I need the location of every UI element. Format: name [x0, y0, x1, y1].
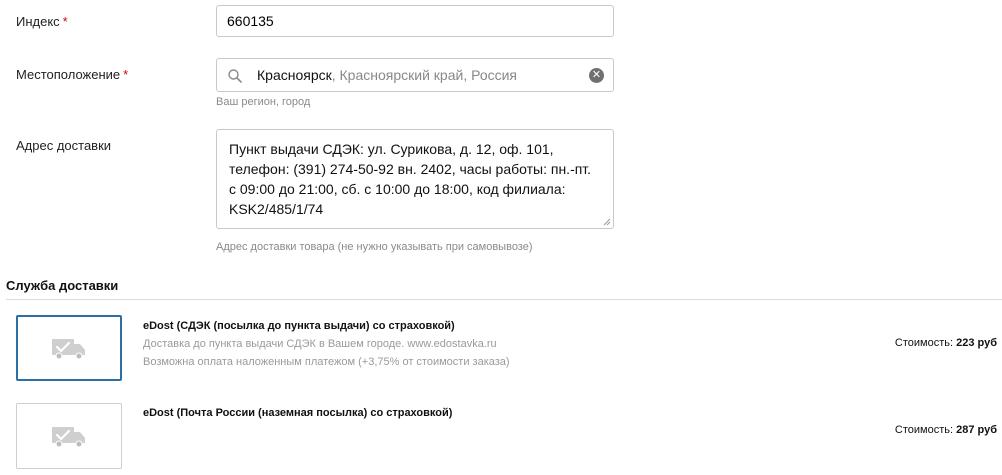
price-value: 223 руб: [956, 337, 997, 349]
address-label: Адрес доставки: [16, 138, 112, 153]
service-title: eDost (Почта России (наземная посылка) с…: [143, 407, 453, 419]
required-mark: *: [123, 67, 129, 82]
location-hint: Ваш регион, город: [216, 96, 311, 108]
clear-icon[interactable]: ✕: [589, 68, 604, 83]
service-description: Доставка до пункта выдачи СДЭК в Вашем г…: [143, 338, 497, 350]
location-city: Красноярск: [257, 67, 332, 83]
service-payment-note: Возможна оплата наложенным платежом (+3,…: [143, 356, 510, 368]
section-title: Служба доставки: [6, 278, 119, 293]
service-title: eDost (СДЭК (посылка до пункта выдачи) с…: [143, 320, 455, 332]
price-value: 287 руб: [956, 424, 997, 436]
required-mark: *: [62, 14, 68, 29]
service-option-russian-post[interactable]: [16, 403, 122, 469]
index-value: 660135: [227, 13, 274, 29]
divider: [6, 299, 1002, 300]
address-value: Пункт выдачи СДЭК: ул. Сурикова, д. 12, …: [229, 141, 592, 217]
index-label: Индекс *: [16, 14, 68, 29]
resize-handle-icon[interactable]: [603, 218, 611, 226]
location-region: , Красноярский край, Россия: [331, 67, 518, 83]
address-textarea[interactable]: Пункт выдачи СДЭК: ул. Сурикова, д. 12, …: [216, 129, 614, 229]
truck-check-icon: [52, 427, 85, 448]
index-label-text: Индекс: [16, 14, 60, 29]
location-label-text: Местоположение: [16, 67, 121, 82]
service-price: Стоимость: 287 руб: [895, 424, 997, 436]
truck-check-icon: [52, 339, 85, 360]
location-value: Красноярск, Красноярский край, Россия: [257, 59, 517, 91]
price-label: Стоимость:: [894, 337, 954, 349]
index-input[interactable]: 660135: [216, 5, 614, 37]
price-label: Стоимость:: [894, 424, 954, 436]
location-input[interactable]: Красноярск, Красноярский край, Россия ✕: [216, 58, 614, 92]
search-icon: [228, 69, 242, 83]
location-label: Местоположение *: [16, 67, 128, 82]
service-price: Стоимость: 223 руб: [895, 337, 997, 349]
service-option-cdek[interactable]: [16, 315, 122, 381]
address-hint: Адрес доставки товара (не нужно указыват…: [216, 241, 533, 253]
